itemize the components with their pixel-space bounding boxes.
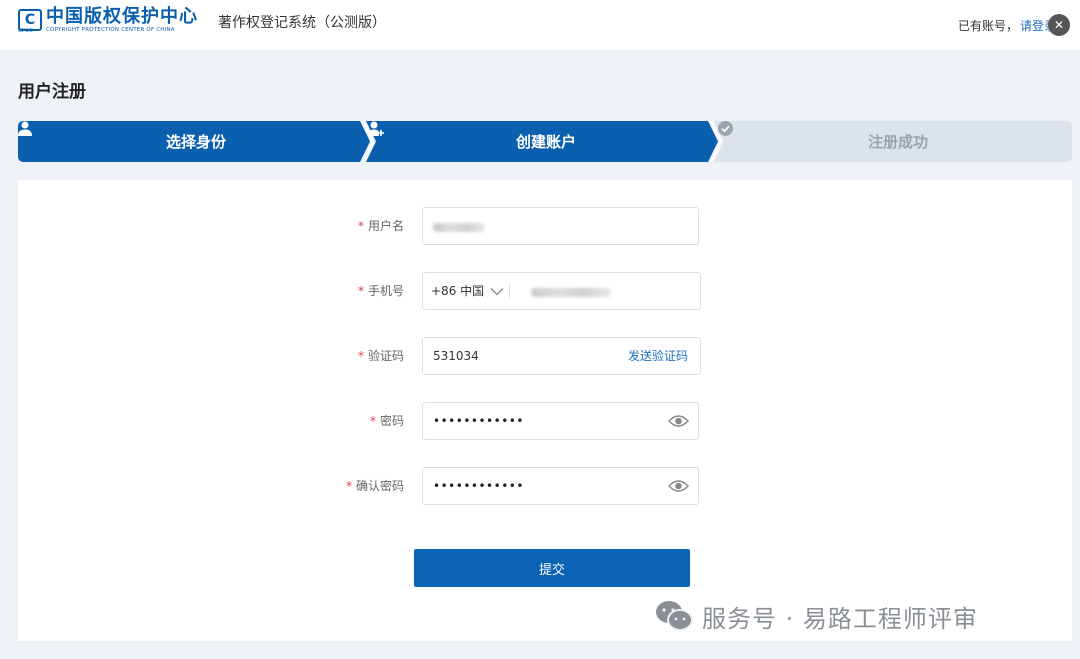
confirm-password-field[interactable]: •••••••••••• <box>422 467 699 505</box>
required-mark: * <box>357 219 364 233</box>
required-mark: * <box>345 479 352 493</box>
step-select-identity: 选择身份 <box>18 121 368 162</box>
phone-label-text: 手机号 <box>367 284 404 298</box>
redacted-phone <box>531 288 611 297</box>
wechat-icon <box>654 599 694 633</box>
confirm-password-label-text: 确认密码 <box>355 479 404 493</box>
logo-text: 中国版权保护中心 COPYRIGHT PROTECTION CENTER OF … <box>46 5 198 34</box>
chevron-down-icon <box>490 287 504 296</box>
code-label-text: 验证码 <box>367 349 404 363</box>
step-label: 选择身份 <box>165 133 226 151</box>
confirm-password-value: •••••••••••• <box>433 479 524 493</box>
register-form: *用户名 *手机号 +86 中国 *验证码 发送验证码 *密码 ••••••••… <box>18 180 1072 641</box>
password-field[interactable]: •••••••••••• <box>422 402 699 440</box>
code-field[interactable]: 发送验证码 <box>422 337 701 375</box>
page-title: 用户注册 <box>18 82 86 102</box>
submit-button[interactable]: 提交 <box>414 549 690 587</box>
required-mark: * <box>357 349 364 363</box>
step-label: 注册成功 <box>867 133 928 151</box>
form-row-confirm-password: * 确认密码 •••••••••••• <box>18 467 1072 505</box>
username-label-text: 用户名 <box>367 219 404 233</box>
password-label: * 密码 <box>370 402 404 440</box>
form-row-password: * 密码 •••••••••••• <box>18 402 1072 440</box>
watermark: 服务号 · 易路工程师评审 <box>654 598 978 634</box>
step-create-account: 创建账户 <box>368 121 718 162</box>
phone-divider <box>509 284 510 298</box>
account-area: 已有账号， 请登录 ✕ <box>958 14 1070 36</box>
registration-steps: 选择身份 创建账户 注册成功 <box>18 121 1072 162</box>
username-label: * 用户名 <box>358 207 404 245</box>
logo-name-en: COPYRIGHT PROTECTION CENTER OF CHINA <box>46 26 175 33</box>
form-row-username: * 用户名 <box>18 207 1072 245</box>
send-code-button[interactable]: 发送验证码 <box>628 338 688 374</box>
username-field[interactable] <box>422 207 699 245</box>
form-row-code: *验证码 发送验证码 <box>18 337 1072 375</box>
logo-abbreviation: CPCC <box>18 28 33 34</box>
required-mark: * <box>357 284 364 298</box>
step-register-success: 注册成功 <box>718 121 1072 162</box>
step-label: 创建账户 <box>515 133 576 151</box>
password-value: •••••••••••• <box>433 414 524 428</box>
close-icon[interactable]: ✕ <box>1048 14 1070 36</box>
redacted-username <box>433 223 485 232</box>
phone-label: * 手机号 <box>358 272 404 310</box>
account-prompt: 已有账号， <box>957 18 1018 33</box>
system-title: 著作权登记系统（公测版） <box>218 15 386 31</box>
form-row-phone: * 手机号 +86 中国 <box>18 272 1072 310</box>
required-mark: * <box>369 414 376 428</box>
eye-icon[interactable] <box>668 478 689 494</box>
watermark-text: 服务号 · 易路工程师评审 <box>702 604 978 633</box>
code-input[interactable] <box>423 338 583 374</box>
top-header: C 中国版权保护中心 COPYRIGHT PROTECTION CENTER O… <box>0 0 1080 50</box>
phone-field[interactable]: +86 中国 <box>422 272 701 310</box>
eye-icon[interactable] <box>668 413 689 429</box>
country-code-value: +86 中国 <box>431 284 485 298</box>
password-label-text: 密码 <box>379 414 404 428</box>
country-code-select[interactable]: +86 中国 <box>431 273 504 309</box>
cpcc-logo[interactable]: C 中国版权保护中心 COPYRIGHT PROTECTION CENTER O… <box>18 6 198 34</box>
confirm-password-label: * 确认密码 <box>346 467 404 505</box>
logo-name-cn: 中国版权保护中心 <box>46 5 198 27</box>
code-label: * 验证码 <box>358 337 404 375</box>
